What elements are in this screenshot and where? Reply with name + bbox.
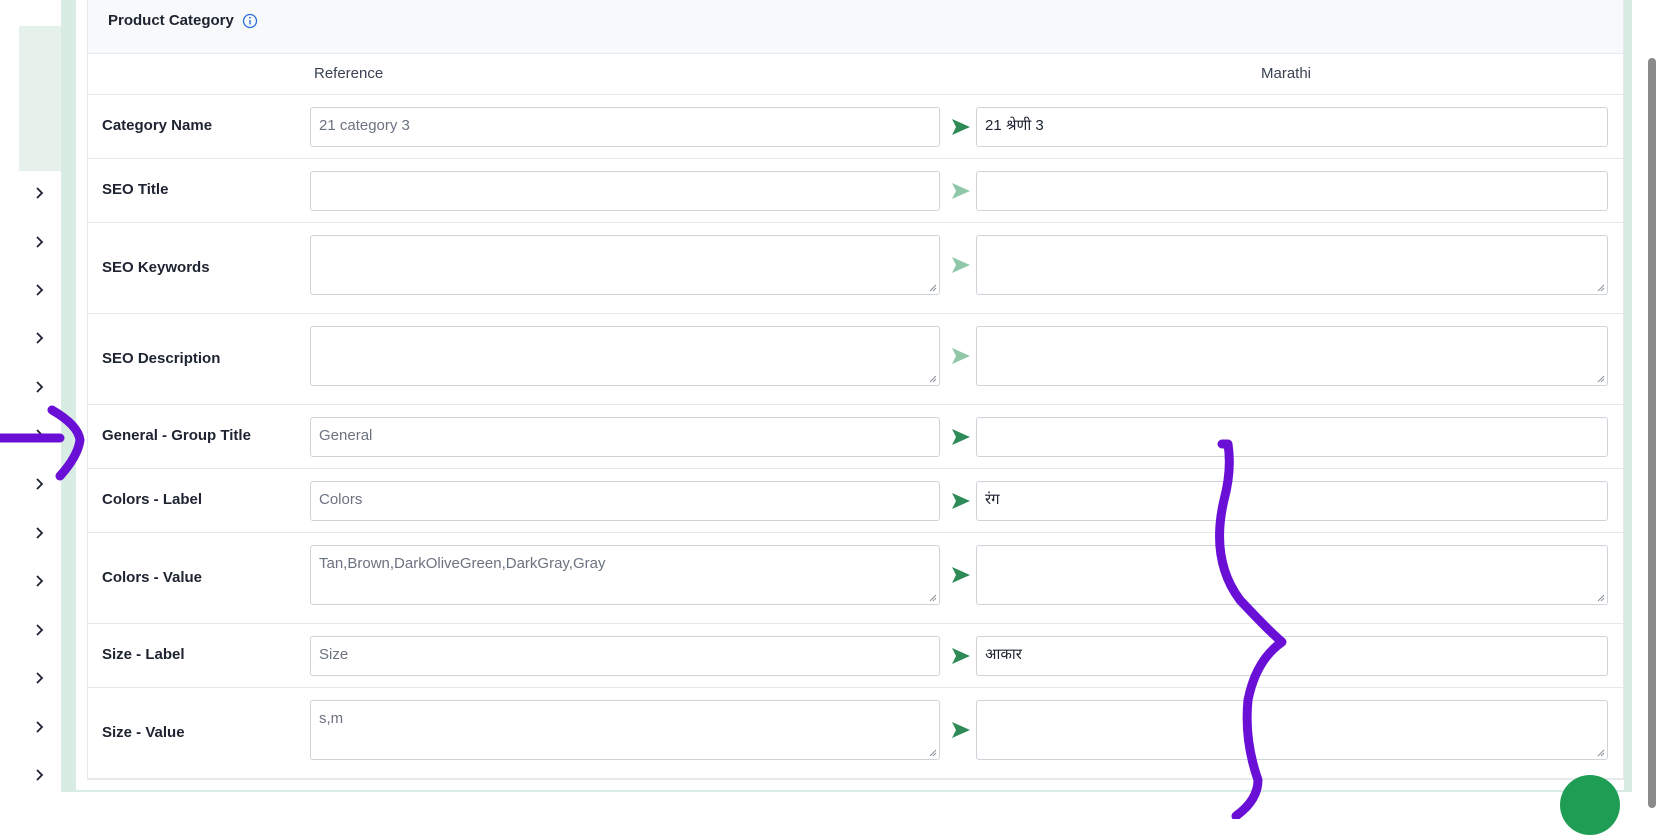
send-arrow-icon[interactable] [951,182,971,200]
chevron-right-icon[interactable] [26,520,52,546]
row-label: SEO Keywords [102,258,210,276]
scrollbar-thumb[interactable] [1648,58,1656,808]
reference-value: General [319,427,373,444]
target-field[interactable] [976,700,1608,760]
resize-grip-icon[interactable] [1597,284,1605,292]
row-label: Colors - Label [102,491,203,508]
chevron-right-icon[interactable] [26,714,52,740]
chevron-right-icon[interactable] [26,180,52,206]
resize-grip-icon[interactable] [929,594,937,602]
chevron-right-icon[interactable] [26,229,52,255]
send-arrow-icon[interactable] [951,721,971,739]
reference-value: s,m [319,710,344,727]
row-label: Category Name [102,117,213,134]
reference-value: Colors [319,491,363,508]
reference-column-header: Reference [314,65,384,82]
resize-grip-icon[interactable] [1597,375,1605,383]
translation-card: Product Category Reference Marathi Categ… [87,0,1624,780]
table-row: Size - Value s,m [88,688,1623,779]
table-row: Colors - Label Colors रंग [88,469,1623,533]
target-field[interactable]: आकार [976,636,1608,676]
table-row: SEO Keywords [88,223,1623,314]
target-field[interactable] [976,326,1608,386]
chevron-right-icon[interactable] [26,471,52,497]
target-field[interactable] [976,171,1608,211]
table-row: Category Name 21 category 3 21 श्रेणी 3 [88,95,1623,159]
table-row: General - Group Title General [88,405,1623,469]
reference-field[interactable] [310,326,940,386]
reference-field[interactable]: Tan,Brown,DarkOliveGreen,DarkGray,Gray [310,545,940,605]
row-label: General - Group Title [102,427,251,444]
resize-grip-icon[interactable] [1597,594,1605,602]
reference-field[interactable]: 21 category 3 [310,107,940,147]
target-field[interactable] [976,545,1608,605]
reference-field[interactable]: Colors [310,481,940,521]
reference-field[interactable] [310,171,940,211]
reference-field[interactable]: General [310,417,940,457]
reference-value: Size [319,646,349,663]
card-header: Product Category [88,0,1623,54]
target-field[interactable] [976,235,1608,295]
reference-field[interactable]: s,m [310,700,940,760]
reference-value: Tan,Brown,DarkOliveGreen,DarkGray,Gray [319,555,606,572]
table-row: SEO Description [88,314,1623,405]
card-title: Product Category [108,12,234,29]
chevron-right-icon[interactable] [26,617,52,643]
target-value: 21 श्रेणी 3 [985,117,1044,134]
row-label: Colors - Value [102,568,203,586]
info-circle-icon[interactable] [242,13,258,29]
send-arrow-icon[interactable] [951,118,971,136]
chevron-right-icon[interactable] [26,568,52,594]
target-value: रंग [985,491,1000,508]
chevron-right-icon[interactable] [26,374,52,400]
row-label: SEO Description [102,349,221,367]
resize-grip-icon[interactable] [929,749,937,757]
send-arrow-icon[interactable] [951,256,971,274]
send-arrow-icon[interactable] [951,492,971,510]
target-field[interactable]: 21 श्रेणी 3 [976,107,1608,147]
target-value: आकार [985,646,1022,663]
table-row: Size - Label Size आकार [88,624,1623,688]
chat-button[interactable] [1560,775,1620,835]
reference-field[interactable]: Size [310,636,940,676]
table-row: SEO Title [88,159,1623,223]
table-row: Colors - Value Tan,Brown,DarkOliveGreen,D… [88,533,1623,624]
target-field[interactable] [976,417,1608,457]
row-label: SEO Title [102,181,169,198]
send-arrow-icon[interactable] [951,647,971,665]
target-column-header: Marathi [1261,65,1312,82]
resize-grip-icon[interactable] [929,284,937,292]
send-arrow-icon[interactable] [951,428,971,446]
row-label: Size - Label [102,646,185,663]
chevron-right-icon[interactable] [26,762,52,788]
reference-value: 21 category 3 [319,117,410,134]
resize-grip-icon[interactable] [1597,749,1605,757]
target-field[interactable]: रंग [976,481,1608,521]
resize-grip-icon[interactable] [929,375,937,383]
chevron-down-icon[interactable] [28,0,50,10]
chevron-right-icon[interactable] [26,665,52,691]
send-arrow-icon[interactable] [951,347,971,365]
send-arrow-icon[interactable] [951,566,971,584]
chevron-right-icon[interactable] [26,422,52,448]
chevron-right-icon[interactable] [26,277,52,303]
chevron-right-icon[interactable] [26,325,52,351]
sidebar-active-area [19,26,61,171]
row-label: Size - Value [102,723,185,741]
reference-field[interactable] [310,235,940,295]
